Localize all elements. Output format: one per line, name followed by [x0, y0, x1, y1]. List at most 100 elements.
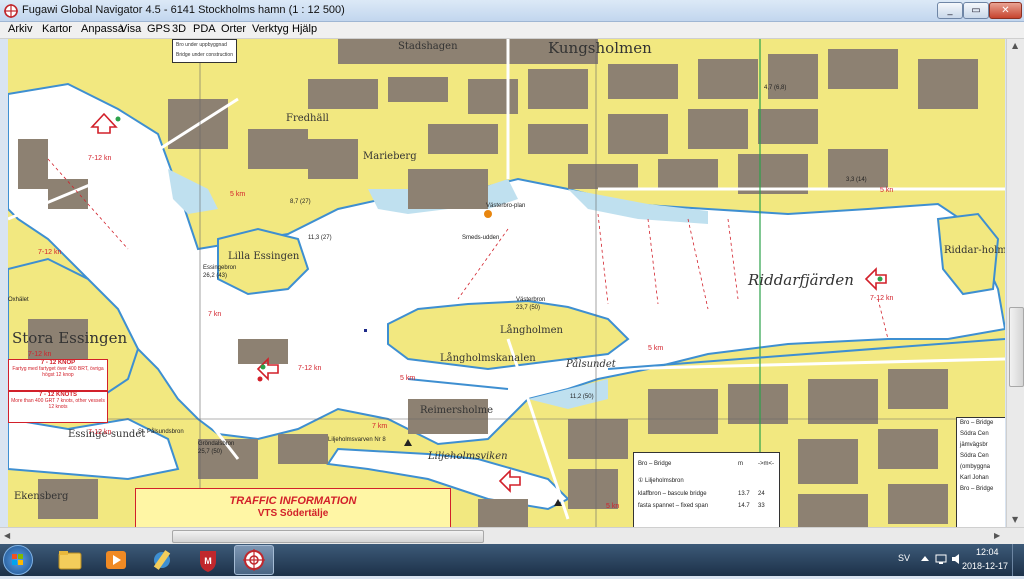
- bridge-vasterbron: Västerbron: [516, 297, 546, 303]
- bridge-grondalsbron: Gröndalsbron: [198, 441, 235, 447]
- taskbar-media-player[interactable]: [96, 545, 136, 575]
- menu-3d[interactable]: 3D: [172, 23, 186, 35]
- place-smedsudden: Smeds-udden: [462, 235, 500, 241]
- bridge-table-title: Bro – Bridge: [638, 461, 672, 467]
- speed-label: 5 kn: [606, 503, 620, 510]
- label-liljeholmsvarven: Liljeholmsvarven Nr 8: [328, 437, 386, 443]
- bridge-list-item: Bro – Bridge: [960, 486, 994, 492]
- speed-rule-text-sv: Fartyg med fartyget över 400 BRT, övriga…: [12, 366, 104, 378]
- windows-logo-icon: [12, 554, 23, 565]
- language-indicator[interactable]: SV: [898, 553, 910, 563]
- bridge-list-item: (ombyggna: [960, 464, 991, 470]
- traffic-information-box: TRAFFIC INFORMATION VTS Södertälje: [135, 488, 451, 527]
- menu-hjalp[interactable]: Hjälp: [292, 23, 317, 35]
- place-vasterbroplan: Västerbro-plan: [486, 203, 526, 209]
- clock-date[interactable]: 2018-12-17: [962, 561, 1008, 571]
- vertical-scrollbar[interactable]: ▲ ▼: [1006, 39, 1024, 527]
- place-lilla-essingen: Lilla Essingen: [228, 251, 300, 262]
- close-button[interactable]: ✕: [989, 2, 1022, 19]
- place-fredhall: Fredhäll: [286, 113, 329, 124]
- speed-label: 5 kn: [880, 187, 894, 194]
- place-kungsholmen: Kungsholmen: [548, 39, 652, 57]
- menu-arkiv[interactable]: Arkiv: [8, 23, 32, 35]
- scroll-right-icon[interactable]: ▶: [994, 531, 1000, 540]
- maximize-button[interactable]: ▭: [963, 2, 989, 19]
- bridge-list-right: Bro – Bridge Södra Cen jämvägsbr Södra C…: [956, 417, 1005, 527]
- bridge-essingebron: Essingebron: [203, 265, 237, 271]
- fugawi-app-icon: [4, 4, 18, 18]
- speed-label: 7-12 kn: [28, 351, 52, 358]
- place-liljeholmsviken: Liljeholmsviken: [428, 451, 508, 462]
- title-bar: Fugawi Global Navigator 4.5 - 6141 Stock…: [0, 0, 1024, 22]
- bridge-grondalsbron-clearance: 25,7 (50): [198, 449, 223, 455]
- horizontal-scrollbar[interactable]: ◀ ▶: [0, 527, 1024, 544]
- vertical-scroll-thumb[interactable]: [1009, 307, 1024, 387]
- mcafee-shield-icon: M: [200, 551, 216, 572]
- bridge-list-item: Södra Cen: [960, 431, 989, 437]
- bridge-list-title: Bro – Bridge: [960, 420, 994, 426]
- place-langholmskanalen: Långholmskanalen: [440, 353, 536, 364]
- nautical-chart[interactable]: Bro under uppbyggnad Bridge under constr…: [8, 39, 1005, 527]
- legend-line-sv: Bro under uppbyggnad: [176, 42, 227, 48]
- menu-verktyg[interactable]: Verktyg: [252, 23, 289, 35]
- speed-label: 5 km: [400, 375, 416, 382]
- fugawi-icon: [243, 549, 265, 571]
- bridge-marieberg-clearance: 11,3 (27): [308, 235, 332, 241]
- bridge-table-col-height: m: [738, 461, 743, 467]
- taskbar-tool[interactable]: [142, 545, 182, 575]
- tray-chevron-icon[interactable]: [918, 552, 932, 566]
- legend-line-en: Bridge under construction: [176, 52, 233, 58]
- scroll-left-icon[interactable]: ◀: [4, 531, 10, 540]
- traffic-title: TRAFFIC INFORMATION: [229, 495, 357, 507]
- clock-time[interactable]: 12:04: [976, 547, 999, 557]
- scroll-up-icon[interactable]: ▲: [1012, 41, 1018, 50]
- place-riddarfjarden: Riddarfjärden: [748, 271, 854, 289]
- bridge-essingebron-clearance: 26,2 (43): [203, 273, 228, 279]
- menu-visa[interactable]: Visa: [120, 23, 141, 35]
- minimize-button[interactable]: _: [937, 2, 963, 19]
- bridge-table-col-width: ->m<-: [758, 461, 775, 467]
- bridge-list-item: jämvägsbr: [960, 442, 988, 448]
- menu-bar: Arkiv Kartor Anpassa Visa GPS 3D PDA Ort…: [0, 22, 1024, 39]
- speed-rule-box-sv: 7 - 12 KNOP Fartyg med fartyget över 400…: [8, 359, 108, 391]
- place-langholmen: Långholmen: [500, 325, 563, 336]
- bridge-table-row-name: fasta spannet – fixed span: [638, 503, 709, 509]
- bridge-table-row-name: ① Liljeholmsbron: [638, 478, 684, 484]
- speed-label: 7-12 kn: [870, 295, 894, 302]
- bridge-list-item: Södra Cen: [960, 453, 989, 459]
- speed-rule-text-en: More than 400 GRT 7 knots, other vessels…: [11, 398, 105, 410]
- place-riddarholmen: Riddar-holmen: [944, 245, 1005, 256]
- taskbar-mcafee[interactable]: M: [188, 545, 228, 575]
- menu-orter[interactable]: Orter: [221, 23, 246, 35]
- menu-pda[interactable]: PDA: [193, 23, 216, 35]
- menu-gps[interactable]: GPS: [147, 23, 170, 35]
- speed-label: 7-12 kn: [88, 429, 112, 436]
- show-desktop-button[interactable]: [1012, 544, 1024, 576]
- bridge-list-item: Karl Johan: [960, 475, 989, 481]
- taskbar-fugawi[interactable]: [234, 545, 274, 575]
- place-marieberg: Marieberg: [363, 151, 417, 162]
- traffic-subtitle: VTS Södertälje: [257, 508, 329, 519]
- media-player-icon: [106, 551, 126, 569]
- speed-label: 7-12 kn: [88, 155, 112, 162]
- speed-rule-box-en: 7 - 12 KNOTS More than 400 GRT 7 knots, …: [8, 391, 108, 423]
- speed-label: 7-12 kn: [298, 365, 322, 372]
- menu-kartor[interactable]: Kartor: [42, 23, 72, 35]
- bridge-stadsgarden-clearance: 3,3 (14): [846, 177, 867, 183]
- start-button[interactable]: [3, 545, 33, 575]
- speed-label: 5 km: [230, 191, 246, 198]
- bridge-table-row-height: 14.7: [738, 503, 750, 509]
- window-title: Fugawi Global Navigator 4.5 - 6141 Stock…: [22, 4, 345, 16]
- speed-label: 7-12 kn: [38, 249, 62, 256]
- place-reimersholme: Reimersholme: [420, 405, 494, 416]
- speed-label: 7 km: [372, 423, 388, 430]
- speed-label: 7 kn: [208, 311, 222, 318]
- scroll-down-icon[interactable]: ▼: [1012, 515, 1018, 524]
- taskbar-explorer[interactable]: [50, 545, 90, 575]
- place-ekensberg: Ekensberg: [14, 491, 69, 502]
- menu-anpassa[interactable]: Anpassa: [81, 23, 124, 35]
- bridge-table-row-name: klaffbron – bascule bridge: [638, 491, 707, 497]
- network-icon[interactable]: [934, 552, 948, 566]
- horizontal-scroll-thumb[interactable]: [172, 530, 484, 543]
- place-palsundet: Pålsundet: [566, 359, 616, 370]
